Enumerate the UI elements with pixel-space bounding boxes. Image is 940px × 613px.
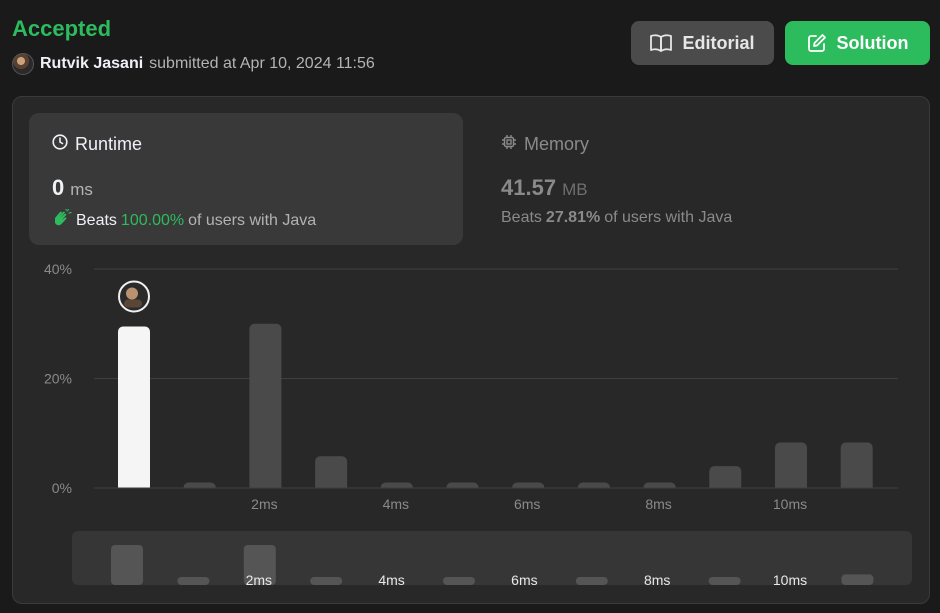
- overview-bar: [443, 577, 475, 585]
- chart-bar[interactable]: [315, 456, 348, 492]
- overview-tick-label: 4ms: [378, 572, 404, 588]
- y-tick-label: 40%: [44, 261, 72, 277]
- y-tick-label: 20%: [44, 371, 72, 387]
- chart-bar[interactable]: [840, 442, 873, 492]
- overview-bar: [177, 577, 210, 585]
- axis-mask: [94, 488, 898, 493]
- x-tick-label: 4ms: [383, 496, 409, 512]
- chart-bar[interactable]: [249, 323, 282, 492]
- overview-tick-label: 6ms: [511, 572, 537, 588]
- overview-bar: [111, 545, 143, 585]
- avatar-body: [124, 299, 142, 308]
- x-tick-label: 10ms: [773, 496, 807, 512]
- x-tick-label: 2ms: [251, 496, 277, 512]
- overview-tick-label: 10ms: [773, 572, 807, 588]
- overview-bar: [575, 577, 608, 585]
- runtime-distribution-chart: 0% 20% 40% 2ms 4ms 6ms 8ms 10ms 2ms 4ms 6ms 8ms 10ms: [44, 261, 898, 588]
- overview-bar: [310, 577, 343, 585]
- overview-tick-label: 2ms: [246, 572, 272, 588]
- chart-bar[interactable]: [775, 442, 807, 492]
- x-tick-label: 8ms: [645, 496, 671, 512]
- chart-bar[interactable]: [118, 326, 150, 492]
- overview-tick-label: 8ms: [644, 572, 670, 588]
- overview-bar: [841, 574, 874, 585]
- x-tick-label: 6ms: [514, 496, 540, 512]
- overview-bar: [708, 577, 741, 585]
- avatar-face: [126, 287, 138, 300]
- y-tick-label: 0%: [52, 480, 72, 496]
